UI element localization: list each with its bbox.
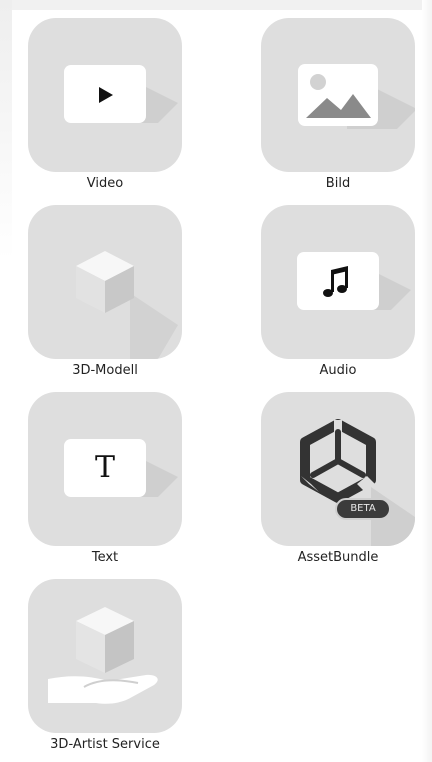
tile-label: 3D-Modell: [72, 363, 138, 378]
tile-label: Video: [86, 176, 124, 191]
top-shade: [0, 0, 432, 10]
tile-audio[interactable]: Audio: [261, 205, 415, 379]
right-shade: [422, 0, 432, 762]
play-icon: [99, 87, 113, 103]
music-note-icon: [323, 266, 348, 297]
tile-video-button[interactable]: [28, 18, 182, 172]
left-shade: [0, 0, 12, 260]
image-icon: [298, 64, 378, 126]
asset-type-picker: Video Bild 3D-Modell Audio T Text BETA A…: [0, 0, 432, 762]
hand-cube-icon: [48, 607, 158, 704]
tile-3d-model[interactable]: 3D-Modell: [28, 205, 182, 379]
tile-label: Audio: [319, 363, 357, 378]
tile-assetbundle-button[interactable]: BETA: [261, 392, 415, 546]
tile-label: Text: [91, 550, 119, 565]
beta-badge: BETA: [335, 498, 391, 520]
tile-3d-artist-service[interactable]: 3D-Artist Service: [28, 579, 182, 753]
tile-label: 3D-Artist Service: [50, 737, 160, 752]
tile-label: Bild: [325, 176, 351, 191]
tile-text-button[interactable]: T: [28, 392, 182, 546]
tile-video[interactable]: Video: [28, 18, 182, 192]
tile-3d-artist-service-button[interactable]: [28, 579, 182, 733]
tile-image[interactable]: Bild: [261, 18, 415, 192]
text-t-icon: T: [94, 450, 115, 485]
tile-image-button[interactable]: [261, 18, 415, 172]
tile-label: AssetBundle: [297, 550, 379, 565]
unity-logo-icon: [300, 419, 415, 546]
tile-3d-model-button[interactable]: [28, 205, 182, 359]
cube-icon: [76, 251, 178, 359]
tile-assetbundle[interactable]: BETA AssetBundle: [261, 392, 415, 566]
tile-audio-button[interactable]: [261, 205, 415, 359]
tile-text[interactable]: T Text: [28, 392, 182, 566]
